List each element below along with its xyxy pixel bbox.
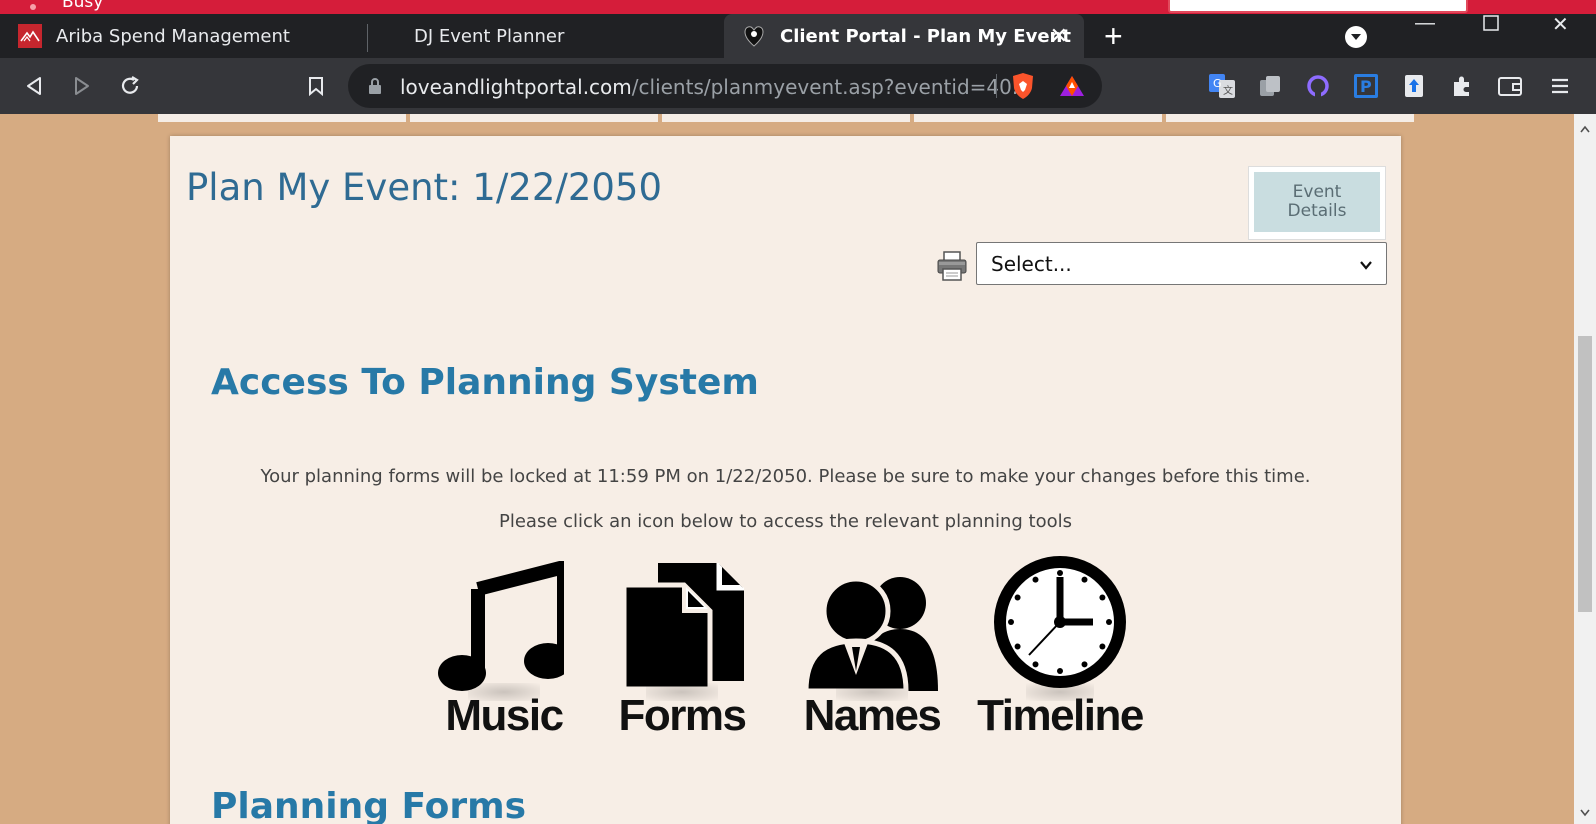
printer-icon[interactable] [936, 250, 968, 287]
lock-icon [368, 77, 382, 100]
minimize-icon[interactable]: — [1415, 12, 1435, 35]
documents-icon [622, 563, 744, 691]
url-path: /clients/planmyevent.asp?eventid=40... [631, 75, 1031, 99]
tab-ariba[interactable]: Ariba Spend Management [0, 14, 368, 58]
event-details-container: Event Details [1248, 166, 1386, 240]
clock-icon [994, 556, 1126, 688]
scrollbar-thumb[interactable] [1578, 336, 1592, 612]
address-divider [996, 74, 997, 98]
event-details-button[interactable]: Event Details [1254, 172, 1380, 232]
site-nav-item[interactable] [410, 114, 658, 122]
planning-forms-heading: Planning Forms [211, 786, 527, 824]
os-title-strip: Busy [0, 0, 1596, 14]
section-title: Access To Planning System [211, 362, 759, 403]
page-title: Plan My Event: 1/22/2050 [186, 166, 662, 209]
window-close-icon[interactable]: ✕ [1552, 12, 1569, 37]
names-tool-button[interactable]: Names [782, 561, 962, 741]
page-scrollbar[interactable] [1574, 114, 1596, 824]
copy-extension-icon[interactable] [1256, 72, 1284, 100]
forward-icon[interactable] [68, 72, 96, 100]
instruction-text: Please click an icon below to access the… [499, 511, 1072, 532]
browser-tab-bar: Ariba Spend Management DJ Event Planner … [0, 12, 1596, 58]
loop-extension-icon[interactable] [1304, 72, 1332, 100]
music-note-icon [438, 561, 564, 691]
site-nav-item[interactable] [662, 114, 910, 122]
timeline-tool-button[interactable]: Timeline [975, 556, 1145, 741]
timeline-label: Timeline [977, 691, 1144, 740]
select-value: Select... [991, 252, 1072, 276]
people-icon [804, 576, 938, 691]
forms-tool-button[interactable]: Forms [592, 561, 772, 741]
address-bar[interactable]: loveandlightportal.com/clients/planmyeve… [348, 64, 1102, 108]
bookmark-icon[interactable] [302, 72, 330, 100]
tab-search-icon[interactable] [1345, 26, 1367, 48]
busy-label: Busy [62, 0, 104, 12]
p-extension-icon[interactable]: P [1352, 72, 1380, 100]
upload-extension-icon[interactable] [1400, 72, 1428, 100]
close-tab-icon[interactable]: ✕ [1050, 24, 1068, 49]
svg-text:P: P [1360, 77, 1372, 96]
maximize-icon[interactable] [1483, 14, 1499, 37]
reload-icon[interactable] [116, 72, 144, 100]
google-translate-icon[interactable]: G文 [1208, 72, 1236, 100]
url-host: loveandlightportal.com [400, 75, 632, 99]
music-tool-button[interactable]: Music [414, 561, 594, 741]
tab-client-portal[interactable]: Client Portal - Plan My Event ✕ [724, 14, 1084, 58]
lock-message: Your planning forms will be locked at 11… [260, 466, 1311, 487]
event-select-dropdown[interactable]: Select... [976, 242, 1387, 285]
music-label: Music [445, 691, 564, 740]
brave-rewards-icon[interactable] [1058, 74, 1086, 103]
tab-label: Client Portal - Plan My Event [780, 25, 1071, 47]
tab-dj-event-planner[interactable]: DJ Event Planner [368, 14, 724, 58]
chevron-down-icon [1358, 254, 1374, 278]
web-page: Plan My Event: 1/22/2050 Event Details S… [0, 114, 1596, 824]
names-label: Names [803, 691, 942, 740]
extensions-puzzle-icon[interactable] [1448, 72, 1476, 100]
browser-toolbar: loveandlightportal.com/clients/planmyeve… [0, 58, 1596, 114]
svg-text:文: 文 [1223, 84, 1233, 97]
scroll-down-icon[interactable] [1580, 804, 1590, 822]
status-dot-icon [30, 4, 36, 10]
tab-label: DJ Event Planner [414, 25, 565, 47]
new-tab-icon[interactable]: + [1104, 20, 1123, 52]
site-nav-item[interactable] [1166, 114, 1414, 122]
tab-label: Ariba Spend Management [56, 25, 290, 47]
wallet-icon[interactable] [1496, 72, 1524, 100]
brave-shields-icon[interactable] [1010, 72, 1036, 105]
back-icon[interactable] [20, 72, 48, 100]
portal-favicon-icon [742, 24, 766, 48]
ariba-favicon-icon [18, 24, 42, 48]
site-nav-strip [158, 114, 1414, 122]
site-nav-item[interactable] [158, 114, 406, 122]
menu-icon[interactable] [1546, 72, 1574, 100]
forms-label: Forms [618, 691, 747, 740]
scroll-up-icon[interactable] [1580, 120, 1590, 138]
svg-text:G: G [1213, 77, 1222, 90]
main-content-panel: Plan My Event: 1/22/2050 Event Details S… [170, 136, 1401, 824]
url-text: loveandlightportal.com/clients/planmyeve… [400, 75, 1031, 99]
site-nav-item[interactable] [914, 114, 1162, 122]
